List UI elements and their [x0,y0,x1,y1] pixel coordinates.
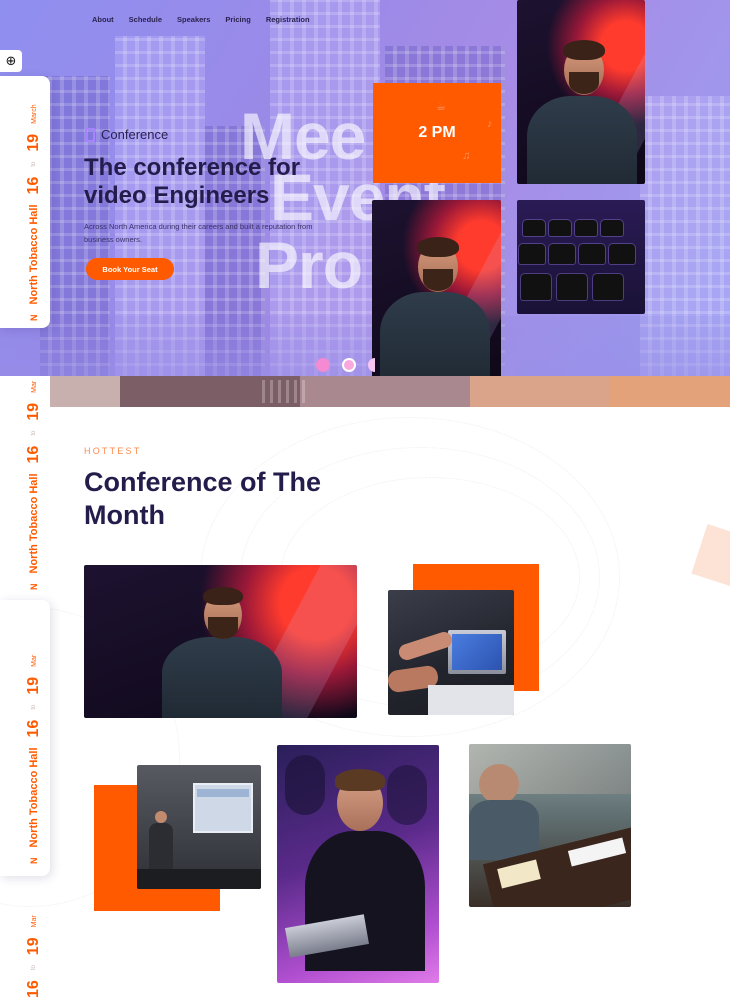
lifebuoy-icon[interactable]: ⊕ [0,50,22,72]
nav-speakers[interactable]: Speakers [177,15,210,24]
audience-photo[interactable] [277,745,439,983]
month: Mar [30,654,38,667]
auditorium-seats-photo [517,200,645,314]
hero-title: The conference for video Engineers [84,154,301,209]
date-separator: to [31,161,37,167]
slider-dot-2[interactable] [342,358,356,372]
speaker-photo-center [372,200,501,376]
venue-mark: N [29,314,39,322]
slider-dot-1[interactable] [316,358,330,372]
start-day: 16 [25,445,42,464]
main-nav: About Schedule Speakers Pricing Registra… [92,15,310,24]
venue-name: North Tobacco Hall [28,747,40,848]
slider-dots [316,358,375,372]
brand-mark-icon [85,127,95,142]
month: Mar [30,915,38,928]
event-date-card-1: N North Tobacco Hall 16 to 19 March [0,76,50,328]
venue-mark: N [29,857,39,865]
venue-name: North Tobacco Hall [28,204,40,305]
event-date-repeat-1: N North Tobacco Hall 16 to 19 Mar [25,381,43,590]
nav-registration[interactable]: Registration [266,15,310,24]
venue-name: North Tobacco Hall [28,473,40,574]
end-day: 19 [25,402,42,421]
end-day: 19 [25,937,42,956]
workshop-photo[interactable] [388,590,514,715]
start-day: 16 [25,980,42,998]
slider-dot-3[interactable] [368,358,375,372]
book-seat-button[interactable]: Book Your Seat [86,258,174,280]
end-day: 19 [25,133,42,152]
date-separator: to [31,704,37,710]
start-day: 16 [25,176,42,195]
note-icon-2: ♫ [462,150,471,162]
section-eyebrow: HOTTEST [84,446,142,456]
nav-pricing[interactable]: Pricing [225,15,250,24]
month: March [30,104,38,124]
month: Mar [30,380,38,393]
nav-about[interactable]: About [92,15,114,24]
nav-schedule[interactable]: Schedule [129,15,162,24]
venue-mark: N [29,583,39,591]
date-separator: to [31,430,37,436]
section-title: Conference of The Month [84,467,322,530]
speaker-photo-top [517,0,645,184]
date-separator: to [31,965,37,971]
event-date-card-2: N North Tobacco Hall 16 to 19 Mar [0,600,50,876]
featured-speaker-photo[interactable] [84,565,357,718]
cup-icon: ☕ [436,101,446,113]
photo-strip [0,376,730,407]
presenter-photo[interactable] [137,765,261,889]
brand[interactable]: Conference [85,127,168,142]
start-day: 16 [25,719,42,738]
event-time: 2 PM [418,124,456,141]
hero-section: About Schedule Speakers Pricing Registra… [0,0,730,376]
hero-description: Across North America during their career… [84,222,313,244]
brand-name: Conference [101,127,169,142]
event-date-repeat-2: 16 to 19 Mar [25,915,43,998]
meeting-photo[interactable] [469,744,631,907]
end-day: 19 [25,676,42,695]
